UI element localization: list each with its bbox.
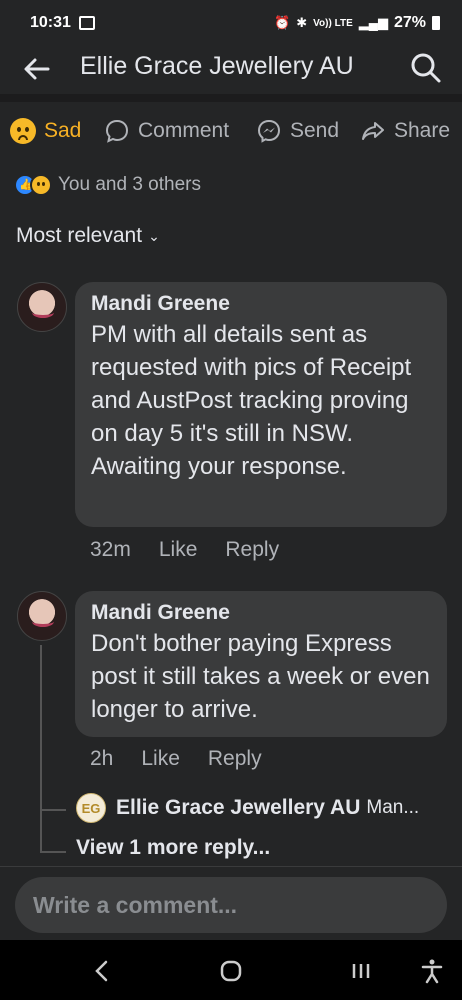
home-nav-icon[interactable] xyxy=(211,956,251,986)
system-nav-bar xyxy=(0,940,462,1000)
comment-meta: 2h Like Reply xyxy=(90,747,262,771)
comment-text: Don't bother paying Express post it stil… xyxy=(91,630,430,723)
header-divider xyxy=(0,94,462,102)
comment-author[interactable]: Mandi Greene xyxy=(91,601,431,625)
thread-connector xyxy=(40,809,66,811)
comment-composer-bar xyxy=(0,866,462,938)
reaction-summary-text: You and 3 others xyxy=(58,174,201,195)
comment-time: 32m xyxy=(90,538,131,561)
page-logo-avatar: EG xyxy=(76,793,106,823)
battery-percent: 27% xyxy=(393,14,426,31)
avatar[interactable] xyxy=(17,282,67,332)
comment-label: Comment xyxy=(138,119,230,142)
status-time: 10:31 xyxy=(30,14,71,31)
avatar[interactable] xyxy=(17,591,67,641)
send-button[interactable]: Send xyxy=(256,118,339,144)
gallery-notification-icon xyxy=(79,16,95,30)
send-label: Send xyxy=(290,119,340,142)
page-header: Ellie Grace Jewellery AU xyxy=(0,46,462,94)
sad-emoji-icon xyxy=(10,118,36,144)
status-icons: ⏰ ✱ Vo)) LTE ▂▄▆ 27% xyxy=(274,14,440,32)
battery-icon xyxy=(432,16,440,30)
sad-reaction-icon xyxy=(30,174,52,196)
alarm-icon: ⏰ xyxy=(274,15,291,30)
search-icon[interactable] xyxy=(408,50,442,84)
messenger-icon xyxy=(257,119,281,143)
accessibility-icon[interactable] xyxy=(412,956,452,986)
bluetooth-icon: ✱ xyxy=(296,15,308,30)
status-bar: 10:31 ⏰ ✱ Vo)) LTE ▂▄▆ 27% xyxy=(0,0,462,46)
chevron-down-icon: ⌄ xyxy=(148,227,160,244)
like-button[interactable]: Like xyxy=(159,538,198,562)
comment-author[interactable]: Mandi Greene xyxy=(91,292,431,316)
network-label: Vo)) LTE xyxy=(313,17,353,29)
share-label: Share xyxy=(394,119,451,142)
post-actions: Sad Comment Send Share xyxy=(0,118,462,158)
reply-author: Ellie Grace Jewellery AU xyxy=(116,796,361,819)
comment-input[interactable] xyxy=(15,877,447,933)
sad-label: Sad xyxy=(44,119,82,142)
sad-reaction-button[interactable]: Sad xyxy=(10,118,81,144)
reaction-summary[interactable]: You and 3 others xyxy=(14,174,201,196)
comment-icon xyxy=(105,119,129,143)
share-button[interactable]: Share xyxy=(360,118,450,144)
back-arrow-icon[interactable] xyxy=(20,52,54,86)
comment-meta: 32m Like Reply xyxy=(90,538,279,562)
reply-button[interactable]: Reply xyxy=(208,747,262,771)
comment-composer[interactable] xyxy=(15,877,447,933)
page-title: Ellie Grace Jewellery AU xyxy=(80,52,354,80)
like-button[interactable]: Like xyxy=(141,747,180,771)
reply-preview[interactable]: EG Ellie Grace Jewellery AU Man... xyxy=(76,793,456,823)
view-more-replies-link[interactable]: View 1 more reply... xyxy=(76,836,270,862)
reply-snippet: Man... xyxy=(366,797,420,818)
comment-button[interactable]: Comment xyxy=(104,118,229,144)
comment-sort-dropdown[interactable]: Most relevant ⌄ xyxy=(16,224,160,248)
thread-line xyxy=(40,645,42,851)
reply-button[interactable]: Reply xyxy=(225,538,279,562)
comment-time: 2h xyxy=(90,747,114,770)
recents-nav-icon[interactable] xyxy=(341,956,381,986)
comment-bubble[interactable]: Mandi Greene PM with all details sent as… xyxy=(75,282,447,527)
thread-connector xyxy=(40,851,66,853)
comment-bubble[interactable]: Mandi Greene Don't bother paying Express… xyxy=(75,591,447,737)
back-nav-icon[interactable] xyxy=(82,956,122,986)
comment-text: PM with all details sent as requested wi… xyxy=(91,321,412,480)
share-icon xyxy=(362,122,384,140)
signal-icon: ▂▄▆ xyxy=(358,15,388,30)
sort-label: Most relevant xyxy=(16,224,143,247)
